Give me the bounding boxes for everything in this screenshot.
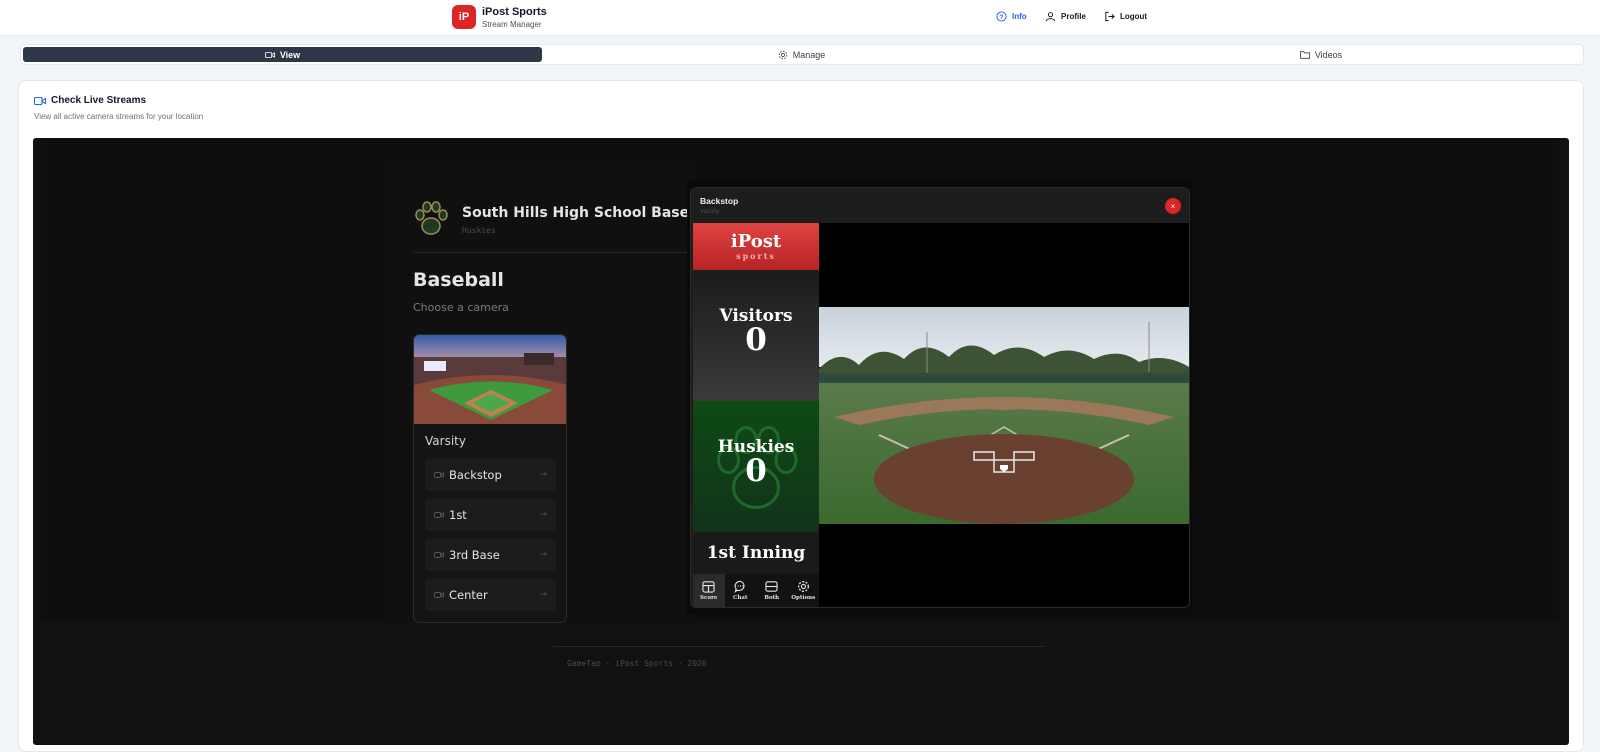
video-camera-icon	[434, 472, 444, 478]
arrow-right-icon: →	[539, 590, 547, 600]
nav-logout-link[interactable]: Logout	[1104, 11, 1147, 22]
video-camera-icon	[434, 512, 444, 518]
divider	[413, 252, 687, 253]
app-logo[interactable]: iP	[452, 5, 476, 29]
card-subtitle: View all active camera streams for your …	[34, 112, 204, 121]
video-camera-icon	[264, 51, 275, 58]
home-panel: Huskies 0	[693, 401, 819, 532]
user-icon	[1045, 12, 1056, 22]
visitors-panel: Visitors 0	[693, 270, 819, 401]
school-team: Huskies	[462, 226, 496, 235]
main-tabs: View Manage Videos	[20, 44, 1584, 65]
camera-option-center[interactable]: Center →	[425, 579, 556, 611]
camera-card: Varsity Backstop → 1st → 3rd Base → Cent…	[413, 334, 567, 623]
inning-label: 1st Inning	[693, 532, 819, 574]
app-header: iP iPost Sports Stream Manager ? Info Pr…	[0, 0, 1600, 36]
video-camera-icon	[434, 592, 444, 598]
tab-view[interactable]: View	[23, 47, 542, 62]
camera-option-backstop[interactable]: Backstop →	[425, 459, 556, 491]
tab-view-label: View	[279, 49, 301, 60]
tab-videos[interactable]: Videos	[1061, 47, 1581, 62]
tab-manage[interactable]: Manage	[542, 47, 1061, 62]
brand-subtitle: Stream Manager	[482, 20, 542, 29]
split-view-icon	[765, 581, 778, 592]
camera-option-label: 3rd Base	[449, 548, 500, 562]
tab-videos-label: Videos	[1314, 49, 1343, 60]
gear-icon	[778, 50, 787, 59]
scoreboard-tab-options[interactable]: Options	[788, 574, 820, 607]
card-title: Check Live Streams	[34, 95, 146, 106]
nav-info-link[interactable]: ? Info	[996, 11, 1027, 22]
card-title-text: Check Live Streams	[51, 95, 147, 106]
choose-camera-prompt: Choose a camera	[413, 301, 509, 314]
chat-icon	[734, 580, 745, 593]
arrow-right-icon: →	[539, 510, 547, 520]
scoreboard-tabs: Score Chat Both Options	[693, 574, 819, 607]
player-subtitle: Varsity	[700, 208, 720, 215]
logout-icon	[1105, 11, 1115, 22]
camera-level: Varsity	[425, 434, 466, 448]
ipost-sports-logo: iPost sports	[693, 223, 819, 270]
video-camera-icon	[434, 552, 444, 558]
footer-text: GameTap · iPost Sports · 2026	[567, 659, 707, 668]
sport-title: Baseball	[413, 269, 504, 291]
svg-text:?: ?	[1000, 14, 1004, 21]
stream-viewer[interactable]: South Hills High School Baseball Huskies…	[33, 138, 1569, 745]
video-camera-icon	[34, 96, 46, 105]
folder-icon	[1299, 50, 1310, 59]
video-player-modal: Backstop Varsity × iPost sports Visitors…	[687, 180, 1193, 615]
player-title: Backstop	[700, 196, 739, 206]
player-window: Backstop Varsity × iPost sports Visitors…	[690, 187, 1190, 608]
nav-info-label: Info	[1012, 12, 1027, 21]
nav-logout-label: Logout	[1120, 12, 1148, 21]
scoreboard: iPost sports Visitors 0 Huskies 0 1st In…	[693, 223, 819, 607]
school-name: South Hills High School Baseball	[462, 205, 719, 221]
brand-title: iPost Sports	[482, 6, 547, 18]
info-icon: ?	[996, 11, 1007, 22]
arrow-right-icon: →	[539, 550, 547, 560]
gear-icon	[797, 581, 809, 592]
scoreboard-icon	[702, 581, 715, 593]
tab-manage-label: Manage	[792, 49, 826, 60]
footer-divider	[553, 646, 1045, 647]
visitors-score: 0	[745, 322, 767, 358]
home-score: 0	[745, 453, 767, 489]
baseball-field-video-frame	[819, 307, 1189, 524]
stadium-thumbnail	[414, 335, 566, 424]
paw-logo-icon	[415, 201, 448, 235]
close-button[interactable]: ×	[1165, 198, 1181, 214]
video-feed[interactable]	[819, 223, 1189, 607]
camera-option-label: Center	[449, 588, 488, 602]
nav-profile-label: Profile	[1061, 12, 1086, 21]
camera-option-label: Backstop	[449, 468, 502, 482]
camera-option-1st[interactable]: 1st →	[425, 499, 556, 531]
arrow-right-icon: →	[539, 470, 547, 480]
nav-profile-link[interactable]: Profile	[1045, 11, 1086, 22]
scoreboard-tab-chat[interactable]: Chat	[725, 574, 757, 607]
camera-option-3rd-base[interactable]: 3rd Base →	[425, 539, 556, 571]
scoreboard-tab-both[interactable]: Both	[756, 574, 788, 607]
camera-option-label: 1st	[449, 508, 467, 522]
scoreboard-tab-score[interactable]: Score	[693, 574, 725, 607]
